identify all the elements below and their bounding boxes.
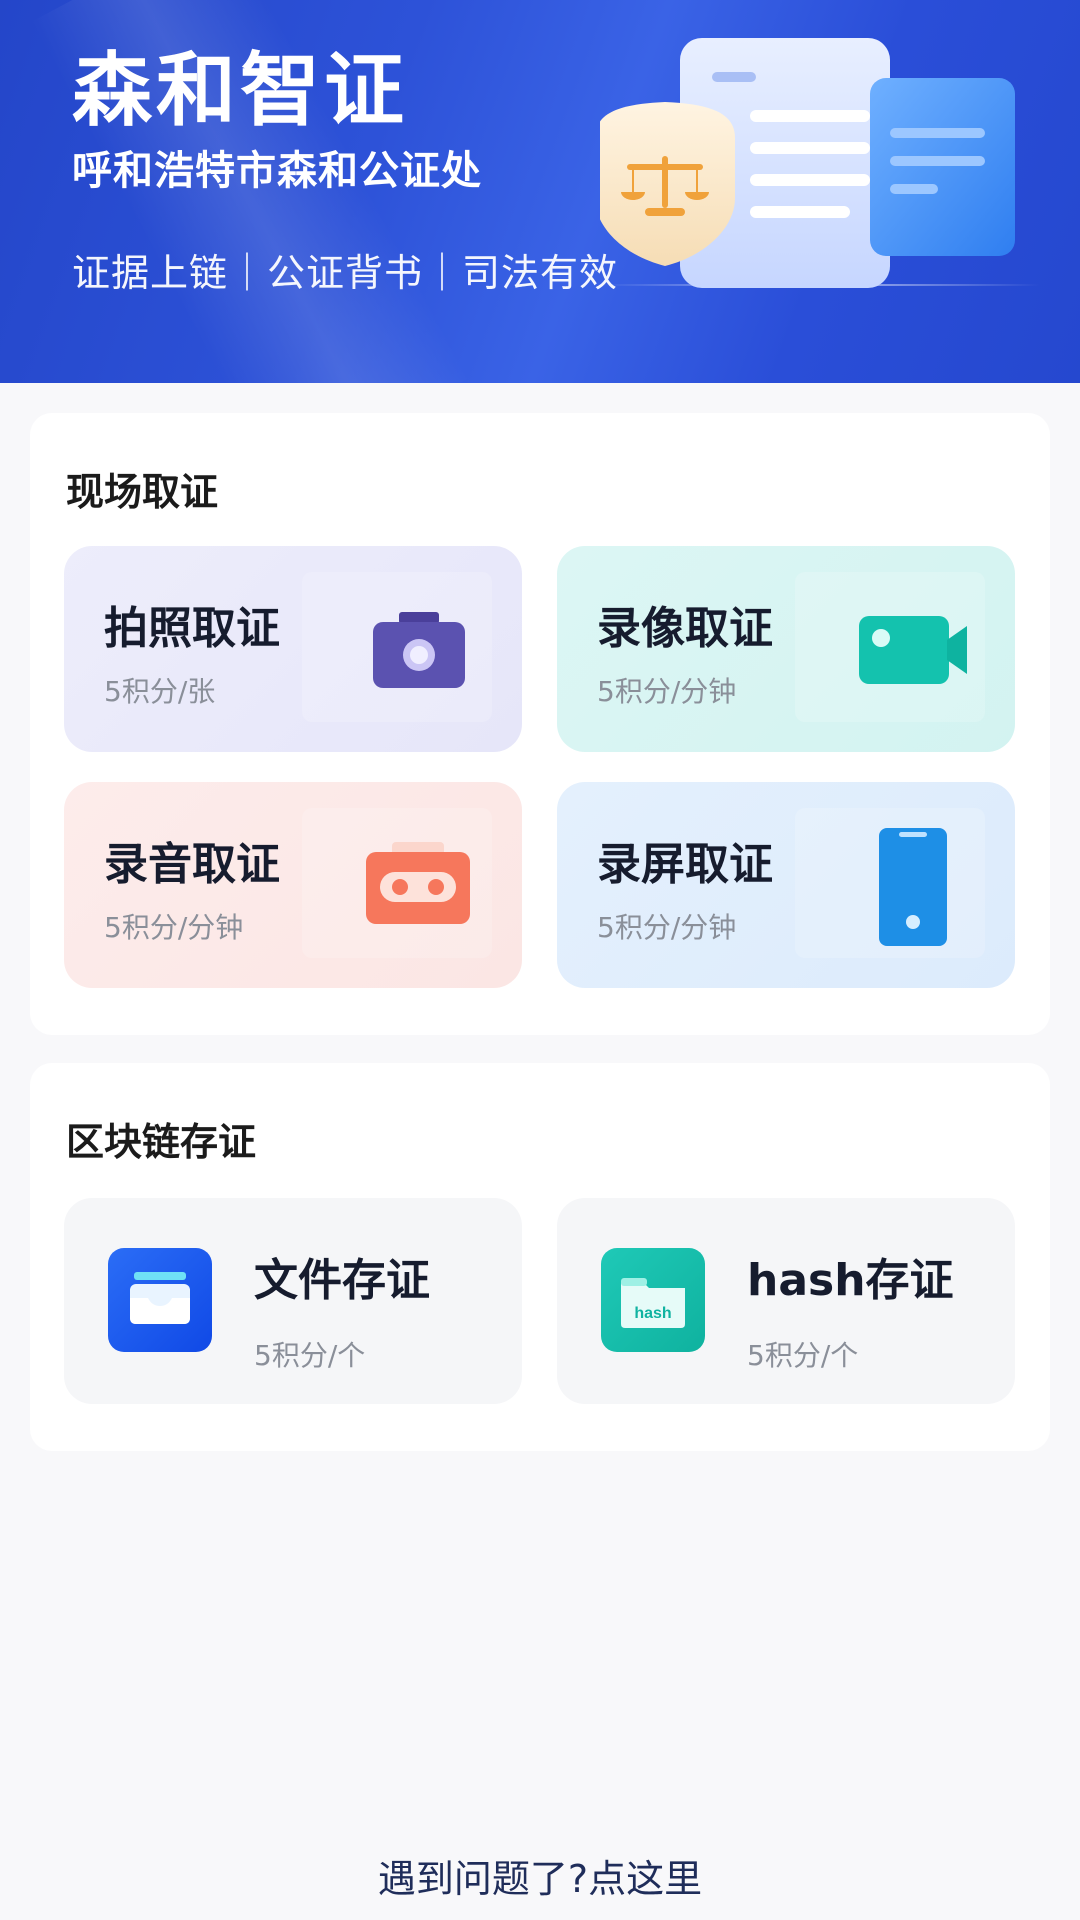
card-price: 5积分/分钟 <box>597 911 737 944</box>
video-camera-icon <box>859 616 967 684</box>
card-title: 录像取证 <box>597 603 773 654</box>
card-title: 录音取证 <box>104 839 280 890</box>
hash-evidence-card[interactable]: hash hash存证 5积分/个 <box>557 1198 1015 1404</box>
card-title: 文件存证 <box>254 1255 430 1306</box>
header-banner: 森和智证 呼和浩特市森和公证处 证据上链｜公证背书｜司法有效 <box>0 0 1080 383</box>
help-link[interactable]: 遇到问题了?点这里 <box>0 1848 1080 1903</box>
file-tray-icon <box>108 1248 212 1352</box>
card-price: 5积分/分钟 <box>597 675 737 708</box>
card-price: 5积分/个 <box>254 1339 366 1372</box>
phone-icon <box>879 828 947 946</box>
notary-document-illustration <box>600 38 1015 288</box>
onsite-evidence-section: 现场取证 拍照取证 5积分/张 录像取证 5积分/分钟 录音取证 5积分/分钟 <box>30 413 1050 1035</box>
hash-folder-icon: hash <box>601 1248 705 1352</box>
hash-icon-label: hash <box>634 1305 671 1322</box>
blockchain-evidence-section: 区块链存证 文件存证 5积分/个 hash hash存证 5积分/个 <box>30 1063 1050 1451</box>
card-price: 5积分/分钟 <box>104 911 244 944</box>
section-title-blockchain: 区块链存证 <box>66 1120 257 1164</box>
app-title: 森和智证 <box>72 44 408 137</box>
card-title: 拍照取证 <box>104 603 280 654</box>
cassette-icon <box>366 842 470 924</box>
video-evidence-card[interactable]: 录像取证 5积分/分钟 <box>557 546 1015 752</box>
photo-evidence-card[interactable]: 拍照取证 5积分/张 <box>64 546 522 752</box>
card-title: hash存证 <box>747 1255 954 1306</box>
card-price: 5积分/个 <box>747 1339 859 1372</box>
screen-record-evidence-card[interactable]: 录屏取证 5积分/分钟 <box>557 782 1015 988</box>
slogan: 证据上链｜公证背书｜司法有效 <box>72 251 619 295</box>
audio-evidence-card[interactable]: 录音取证 5积分/分钟 <box>64 782 522 988</box>
card-title: 录屏取证 <box>597 839 773 890</box>
notary-office-name: 呼和浩特市森和公证处 <box>72 148 482 194</box>
file-evidence-card[interactable]: 文件存证 5积分/个 <box>64 1198 522 1404</box>
camera-icon <box>373 612 465 688</box>
card-price: 5积分/张 <box>104 675 216 708</box>
section-title-onsite: 现场取证 <box>66 470 219 514</box>
